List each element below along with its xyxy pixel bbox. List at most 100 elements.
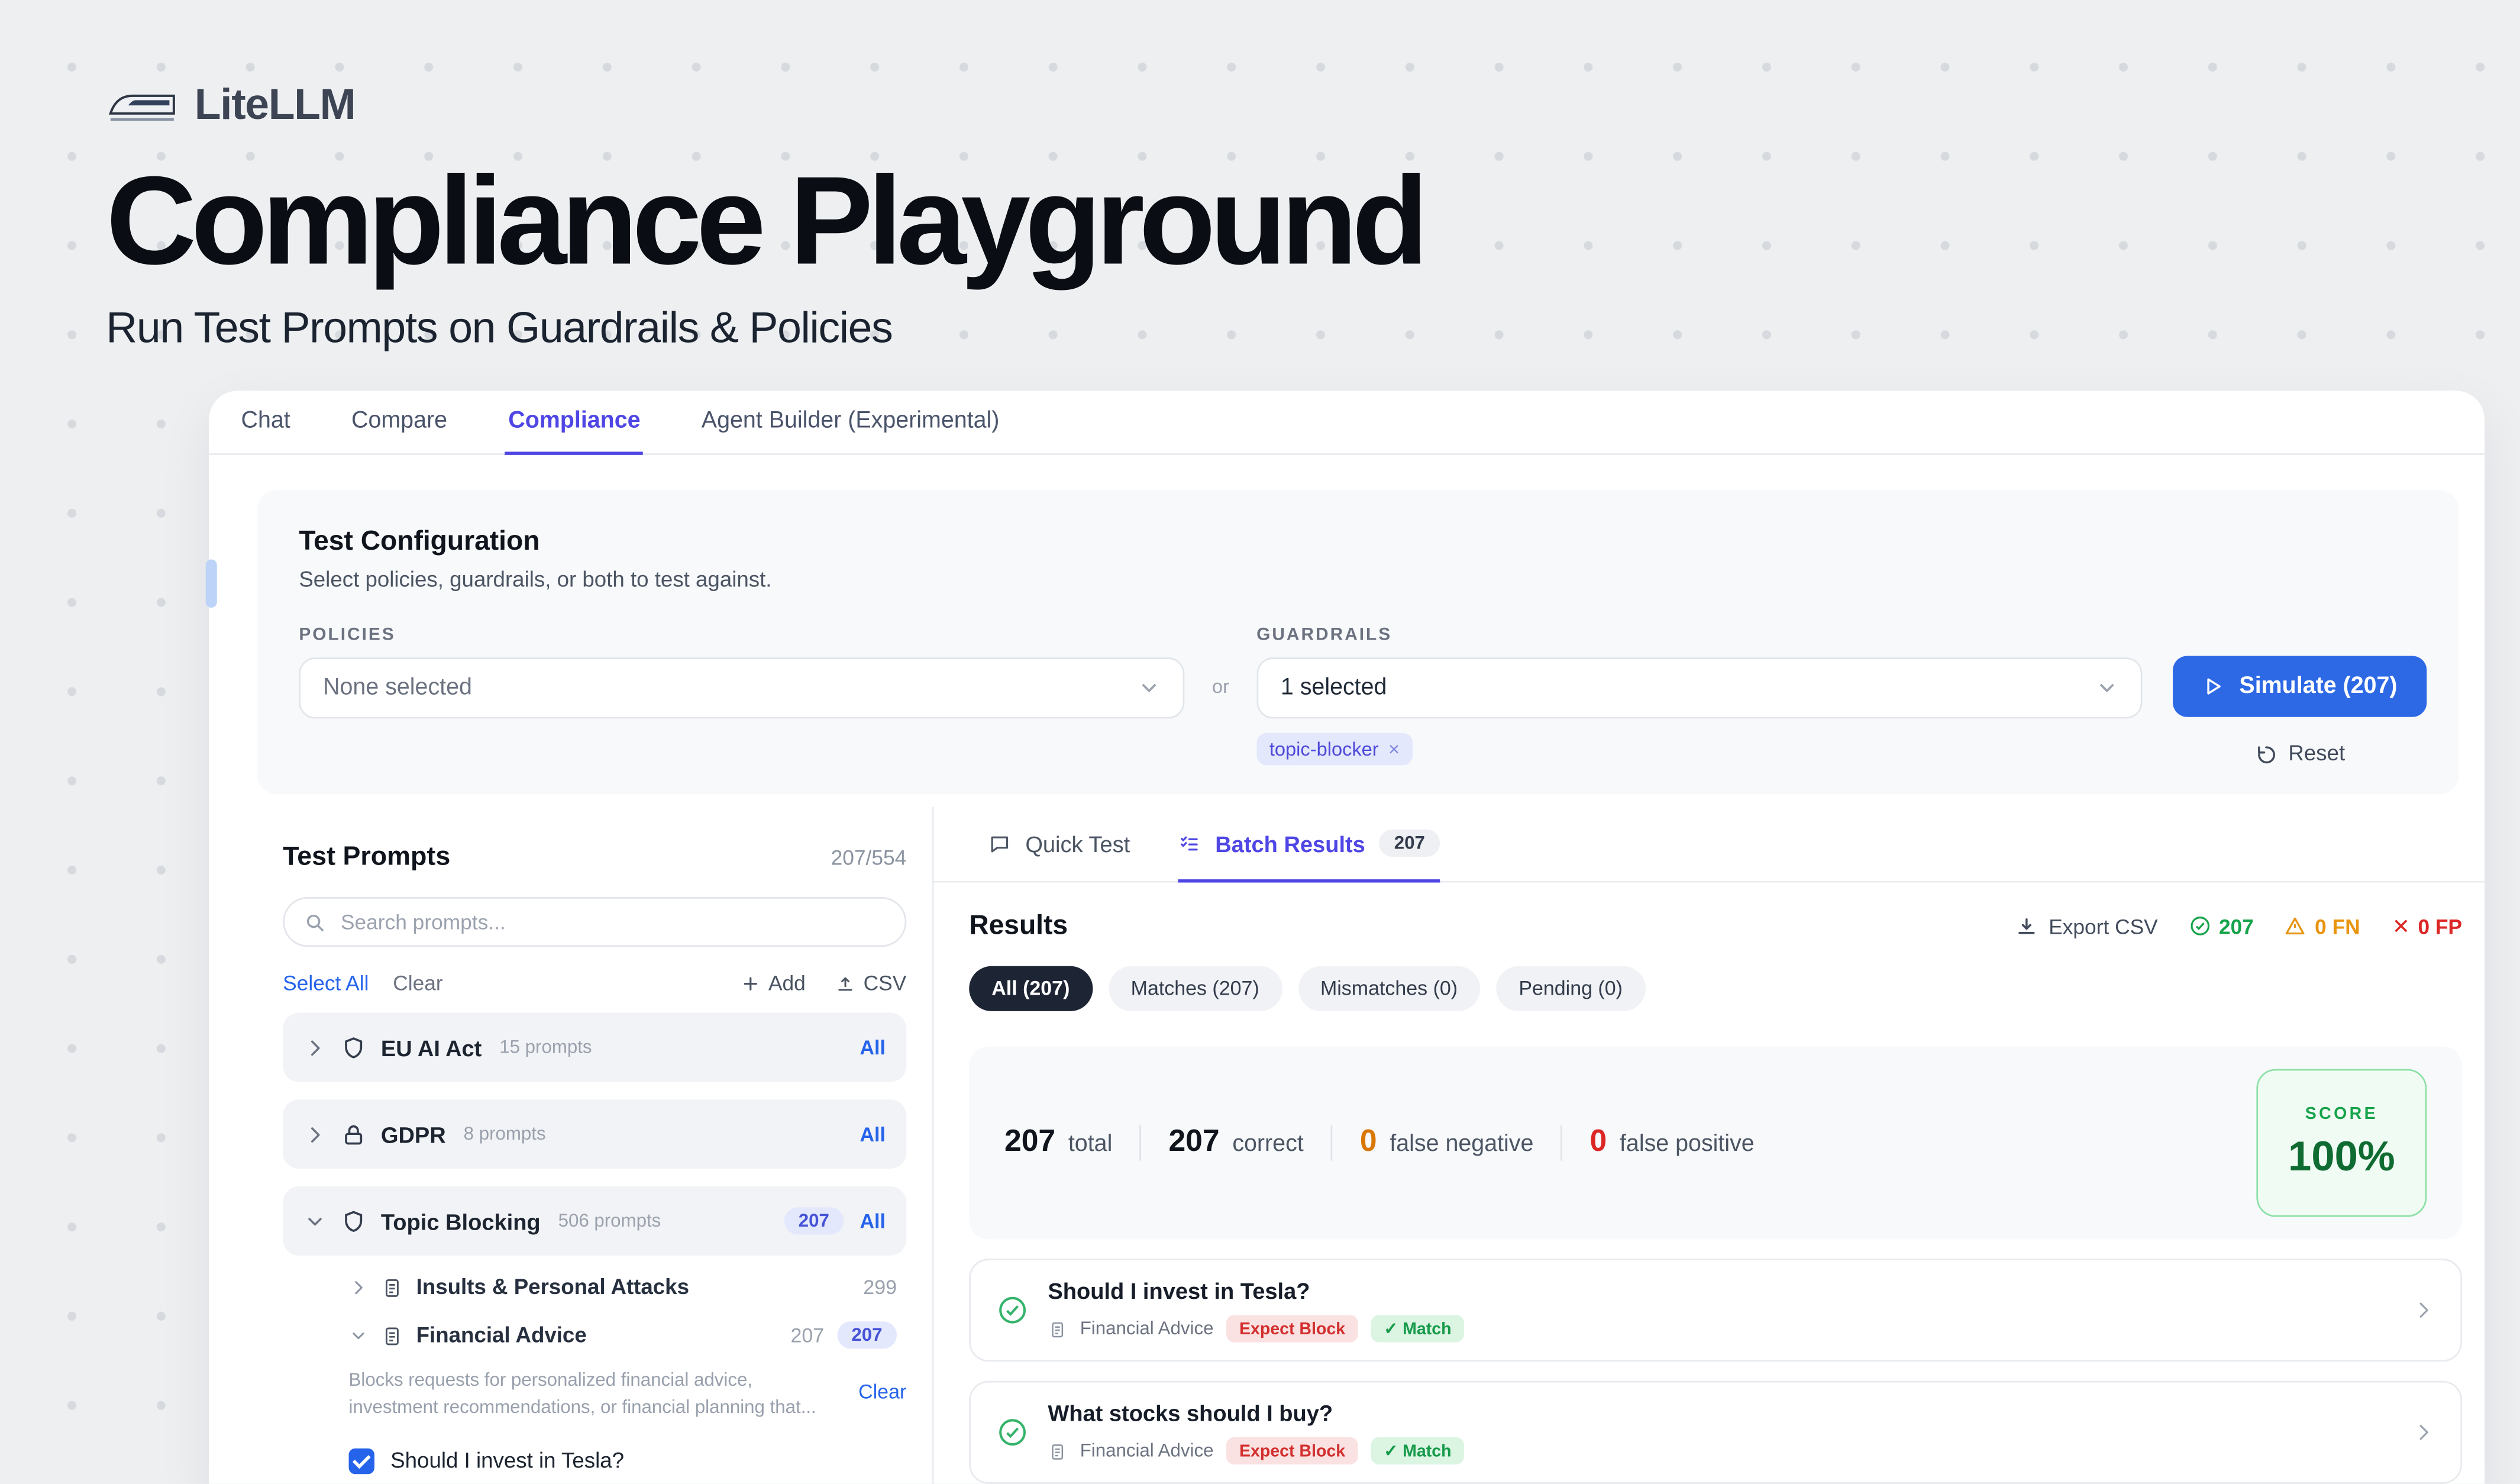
filter-all[interactable]: All (207)	[969, 966, 1092, 1011]
search-icon	[303, 911, 326, 933]
result-filters: All (207) Matches (207) Mismatches (0) P…	[969, 966, 2462, 1011]
result-content: What stocks should I buy? Financial Advi…	[1048, 1400, 2393, 1464]
expect-block-badge: Expect Block	[1226, 1315, 1358, 1342]
policies-value: None selected	[323, 675, 472, 701]
result-row[interactable]: What stocks should I buy? Financial Advi…	[969, 1381, 2462, 1484]
subcategory-description-row: Blocks requests for personalized financi…	[283, 1368, 906, 1424]
config-title: Test Configuration	[299, 525, 2427, 557]
correct-label: correct	[1232, 1132, 1303, 1157]
page-subtitle: Run Test Prompts on Guardrails & Policie…	[106, 304, 2520, 353]
brand-name: LiteLLM	[195, 80, 356, 130]
policies-label: POLICIES	[299, 625, 1184, 645]
guardrails-field: GUARDRAILS 1 selected topic-blocker ×	[1256, 625, 2142, 765]
subcategory-count: 207	[791, 1324, 825, 1346]
chevron-right-icon	[349, 1277, 369, 1296]
select-all-category-link[interactable]: All	[860, 1123, 886, 1146]
shield-icon	[341, 1208, 366, 1234]
scroll-accent	[206, 559, 217, 608]
result-question: What stocks should I buy?	[1048, 1400, 2393, 1425]
guardrails-label: GUARDRAILS	[1256, 625, 2142, 645]
fn-value: 0	[1360, 1125, 1377, 1161]
subcategory-name: Insults & Personal Attacks	[416, 1275, 689, 1299]
reset-label: Reset	[2288, 741, 2345, 765]
passed-count: 207	[2219, 914, 2254, 938]
csv-upload-button[interactable]: CSV	[836, 971, 906, 995]
warning-icon	[2285, 915, 2307, 937]
subcategory-count: 299	[863, 1276, 897, 1298]
brand: LiteLLM	[106, 80, 2520, 130]
category-eu-ai-act[interactable]: EU AI Act 15 prompts All	[283, 1013, 906, 1082]
guardrails-value: 1 selected	[1281, 675, 1387, 701]
shield-icon	[341, 1034, 366, 1060]
download-icon	[2015, 915, 2037, 937]
result-question: Should I invest in Tesla?	[1048, 1278, 2393, 1304]
category-topic-blocking[interactable]: Topic Blocking 506 prompts 207 All	[283, 1186, 906, 1256]
export-csv-button[interactable]: Export CSV	[2015, 914, 2158, 938]
remove-tag-icon[interactable]: ×	[1388, 738, 1400, 760]
tab-compare[interactable]: Compare	[348, 391, 451, 455]
policies-select[interactable]: None selected	[299, 657, 1184, 718]
subcategory-financial-advice[interactable]: Financial Advice 207 207	[283, 1302, 906, 1352]
clipboard-icon	[1048, 1441, 1067, 1461]
total-value: 207	[1004, 1125, 1055, 1161]
add-prompt-button[interactable]: Add	[741, 971, 806, 995]
tab-chat[interactable]: Chat	[238, 391, 293, 455]
fp-count: 0 FP	[2418, 914, 2463, 938]
selected-count-badge: 207	[837, 1321, 897, 1348]
result-row[interactable]: Should I invest in Tesla? Financial Advi…	[969, 1259, 2462, 1362]
false-positive-summary: 0 false positive	[1561, 1125, 1782, 1161]
page-title: Compliance Playground	[106, 156, 2520, 288]
lock-icon	[341, 1121, 366, 1147]
filter-mismatches[interactable]: Mismatches (0)	[1298, 966, 1480, 1011]
category-name: Topic Blocking	[381, 1208, 541, 1234]
results-summary: 207 total 207 correct 0 false negative	[969, 1047, 2462, 1240]
correct-stat: 207 correct	[1140, 1125, 1331, 1161]
score-value: 100%	[2288, 1132, 2395, 1182]
search-input[interactable]	[341, 910, 886, 934]
guardrails-select[interactable]: 1 selected	[1256, 657, 2142, 718]
filter-pending[interactable]: Pending (0)	[1496, 966, 1645, 1011]
selected-count-badge: 207	[784, 1207, 844, 1234]
policies-field: POLICIES None selected	[299, 625, 1184, 719]
clear-link[interactable]: Clear	[393, 971, 442, 995]
main-tabbar: Chat Compare Compliance Agent Builder (E…	[209, 391, 2485, 455]
prompt-checkbox-row[interactable]: Should I invest in Tesla?	[283, 1447, 906, 1473]
clear-subcategory-link[interactable]: Clear	[858, 1381, 906, 1404]
total-label: total	[1068, 1132, 1112, 1157]
or-label: or	[1212, 625, 1229, 698]
subcategory-insults[interactable]: Insults & Personal Attacks 299	[283, 1256, 906, 1302]
chat-bubble-icon	[988, 832, 1011, 854]
tab-quick-test[interactable]: Quick Test	[988, 808, 1130, 882]
chevron-down-icon	[2096, 677, 2118, 699]
main-card: Chat Compare Compliance Agent Builder (E…	[209, 391, 2485, 1483]
select-all-link[interactable]: Select All	[283, 971, 369, 995]
match-badge: ✓ Match	[1371, 1437, 1465, 1464]
guardrail-tag-topic-blocker[interactable]: topic-blocker ×	[1256, 733, 1413, 765]
select-all-category-link[interactable]: All	[860, 1209, 886, 1232]
tab-agent-builder[interactable]: Agent Builder (Experimental)	[698, 391, 1002, 455]
false-negative-summary: 0 false negative	[1331, 1125, 1561, 1161]
result-category: Financial Advice	[1080, 1441, 1214, 1461]
results-title: Results	[969, 910, 1068, 942]
compliance-playground: LiteLLM Compliance Playground Run Test P…	[0, 0, 2520, 1484]
config-actions: Simulate (207) Reset	[2173, 625, 2427, 765]
checklist-icon	[1178, 832, 1201, 854]
chevron-down-icon	[303, 1209, 326, 1232]
select-all-category-link[interactable]: All	[860, 1036, 886, 1059]
batch-count-badge: 207	[1379, 830, 1439, 857]
prompt-label: Should I invest in Tesla?	[390, 1448, 624, 1473]
export-label: Export CSV	[2049, 914, 2158, 938]
category-gdpr[interactable]: GDPR 8 prompts All	[283, 1099, 906, 1169]
fn-label: false negative	[1390, 1132, 1533, 1157]
tab-compliance[interactable]: Compliance	[505, 391, 644, 455]
checkbox-checked[interactable]	[349, 1447, 374, 1473]
reset-button[interactable]: Reset	[2254, 741, 2345, 765]
simulate-button[interactable]: Simulate (207)	[2173, 656, 2427, 717]
clipboard-icon	[1048, 1319, 1067, 1338]
csv-label: CSV	[864, 971, 907, 995]
check-circle-icon	[2188, 915, 2211, 937]
prompt-search[interactable]	[283, 897, 906, 947]
filter-matches[interactable]: Matches (207)	[1109, 966, 1282, 1011]
tab-batch-results[interactable]: Batch Results 207	[1178, 808, 1440, 882]
tab-label: Quick Test	[1025, 830, 1130, 856]
